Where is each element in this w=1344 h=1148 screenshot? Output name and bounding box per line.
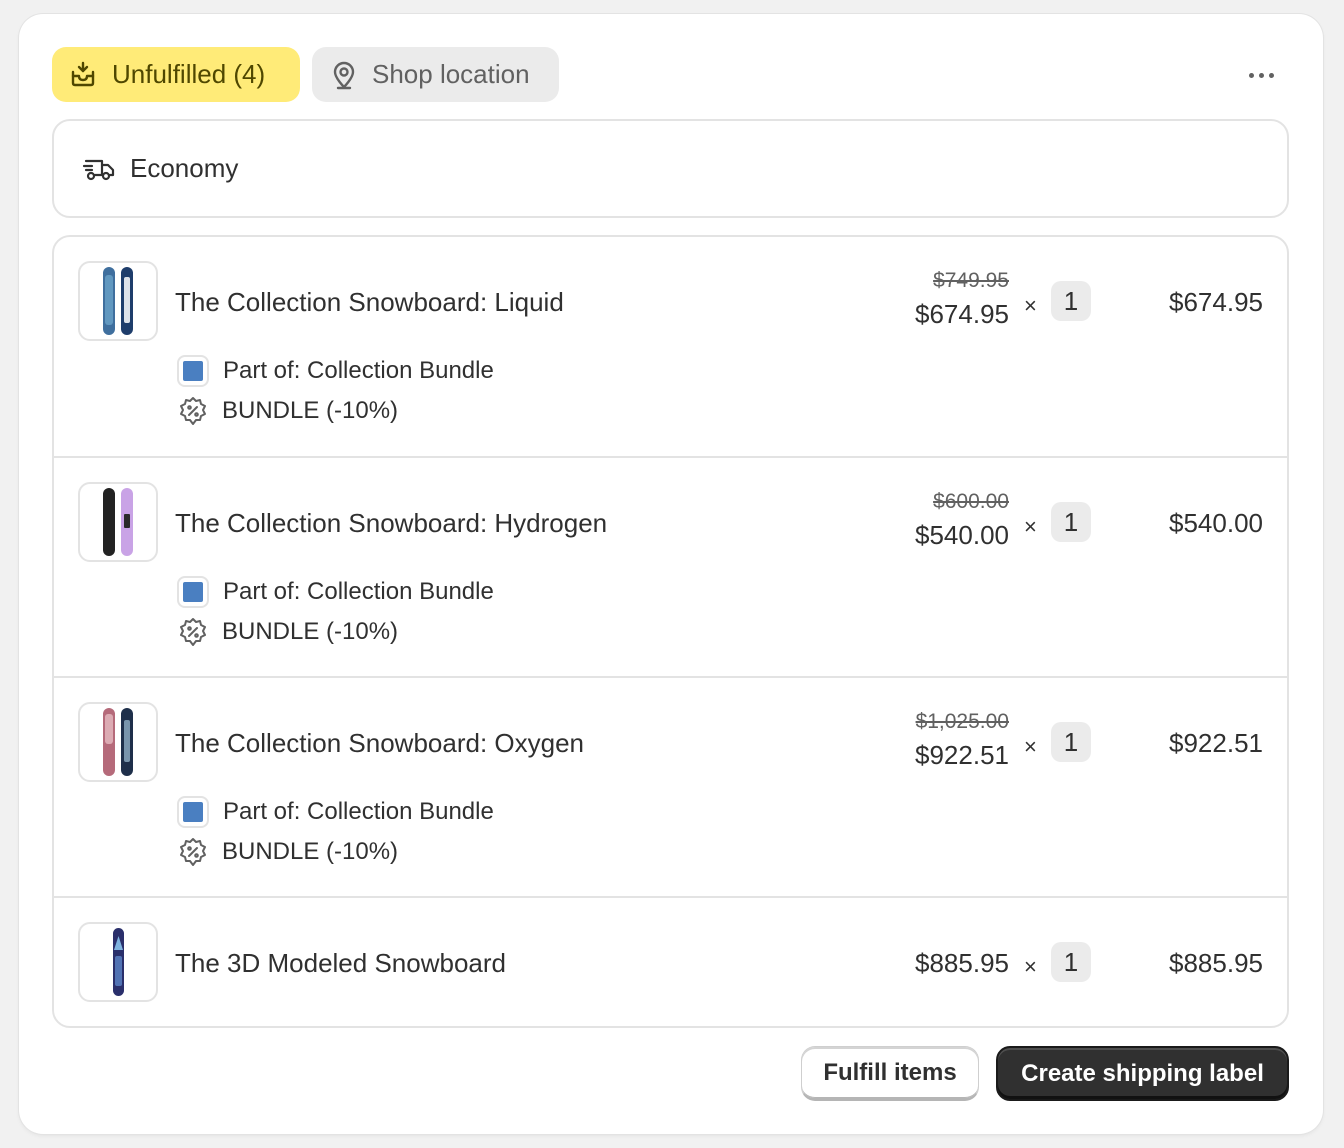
discount-code: BUNDLE (-10%) [177, 395, 398, 427]
bundle-membership-label: Part of: Collection Bundle [223, 357, 494, 384]
ellipsis-horizontal-icon [1248, 72, 1254, 78]
multiply-sign: × [1024, 293, 1037, 318]
snowboard-image [103, 488, 133, 556]
multiply-sign: × [1024, 514, 1037, 539]
bundle-membership: Part of: Collection Bundle [177, 796, 494, 828]
product-thumbnail[interactable] [78, 482, 158, 562]
fulfillment-card: Unfulfilled (4) Shop location Economy Th… [19, 14, 1323, 1134]
discount-code: BUNDLE (-10%) [177, 616, 398, 648]
unit-price: $540.00 [915, 520, 1009, 550]
discount-code: BUNDLE (-10%) [177, 836, 398, 868]
snowboard-image [113, 928, 124, 996]
location-pin-icon [333, 61, 355, 89]
bundle-swatch-icon [177, 355, 209, 387]
truck-icon [82, 159, 115, 180]
fulfillment-box-icon [71, 61, 95, 86]
line-total: $922.51 [1169, 728, 1263, 758]
product-thumbnail[interactable] [78, 261, 158, 341]
shop-location-badge: Shop location [312, 47, 559, 102]
quantity-badge: 1 [1051, 281, 1091, 321]
quantity-badge: 1 [1051, 502, 1091, 542]
product-title[interactable]: The 3D Modeled Snowboard [175, 948, 506, 979]
original-price: $749.95 [933, 269, 1009, 292]
line-item: The Collection Snowboard: Oxygen Part of… [54, 676, 1287, 896]
line-item: The Collection Snowboard: Hydrogen Part … [54, 456, 1287, 676]
snowboard-image [103, 267, 133, 335]
snowboard-image [103, 708, 133, 776]
unit-price: $922.51 [915, 740, 1009, 770]
product-thumbnail[interactable] [78, 702, 158, 782]
quantity-badge: 1 [1051, 722, 1091, 762]
line-total: $540.00 [1169, 508, 1263, 538]
bundle-membership: Part of: Collection Bundle [177, 576, 494, 608]
bundle-membership-label: Part of: Collection Bundle [223, 578, 494, 605]
bundle-swatch-icon [177, 576, 209, 608]
product-title[interactable]: The Collection Snowboard: Liquid [175, 287, 564, 318]
line-total: $674.95 [1169, 287, 1263, 317]
bundle-membership: Part of: Collection Bundle [177, 355, 494, 387]
unit-price: $674.95 [915, 299, 1009, 329]
discount-badge-icon [180, 397, 206, 425]
discount-badge-icon [180, 838, 206, 866]
shop-location-label: Shop location [372, 59, 530, 89]
product-title[interactable]: The Collection Snowboard: Oxygen [175, 728, 584, 759]
bundle-membership-label: Part of: Collection Bundle [223, 798, 494, 825]
shipping-method-label: Economy [130, 153, 239, 183]
line-total: $885.95 [1169, 948, 1263, 978]
multiply-sign: × [1024, 954, 1037, 979]
product-title[interactable]: The Collection Snowboard: Hydrogen [175, 508, 607, 539]
product-thumbnail[interactable] [78, 922, 158, 1002]
discount-label: BUNDLE (-10%) [222, 397, 399, 424]
more-actions-button[interactable] [1239, 62, 1283, 88]
original-price: $600.00 [933, 490, 1009, 513]
fulfill-items-button[interactable]: Fulfill items [801, 1046, 979, 1101]
discount-label: BUNDLE (-10%) [222, 618, 399, 645]
unit-price: $885.95 [915, 948, 1009, 978]
line-item: The Collection Snowboard: Liquid Part of… [54, 237, 1287, 456]
shipping-method-box: Economy [52, 119, 1289, 218]
unfulfilled-status-label: Unfulfilled (4) [112, 59, 266, 89]
multiply-sign: × [1024, 734, 1037, 759]
original-price: $1,025.00 [915, 710, 1009, 733]
quantity-badge: 1 [1051, 942, 1091, 982]
line-item: The 3D Modeled Snowboard $885.95 × 1 $88… [54, 896, 1287, 1026]
line-items-list: The Collection Snowboard: Liquid Part of… [52, 235, 1289, 1028]
discount-badge-icon [180, 618, 206, 646]
unfulfilled-status-badge: Unfulfilled (4) [52, 47, 300, 102]
discount-label: BUNDLE (-10%) [222, 838, 399, 865]
create-shipping-label-button[interactable]: Create shipping label [996, 1046, 1289, 1101]
bundle-swatch-icon [177, 796, 209, 828]
